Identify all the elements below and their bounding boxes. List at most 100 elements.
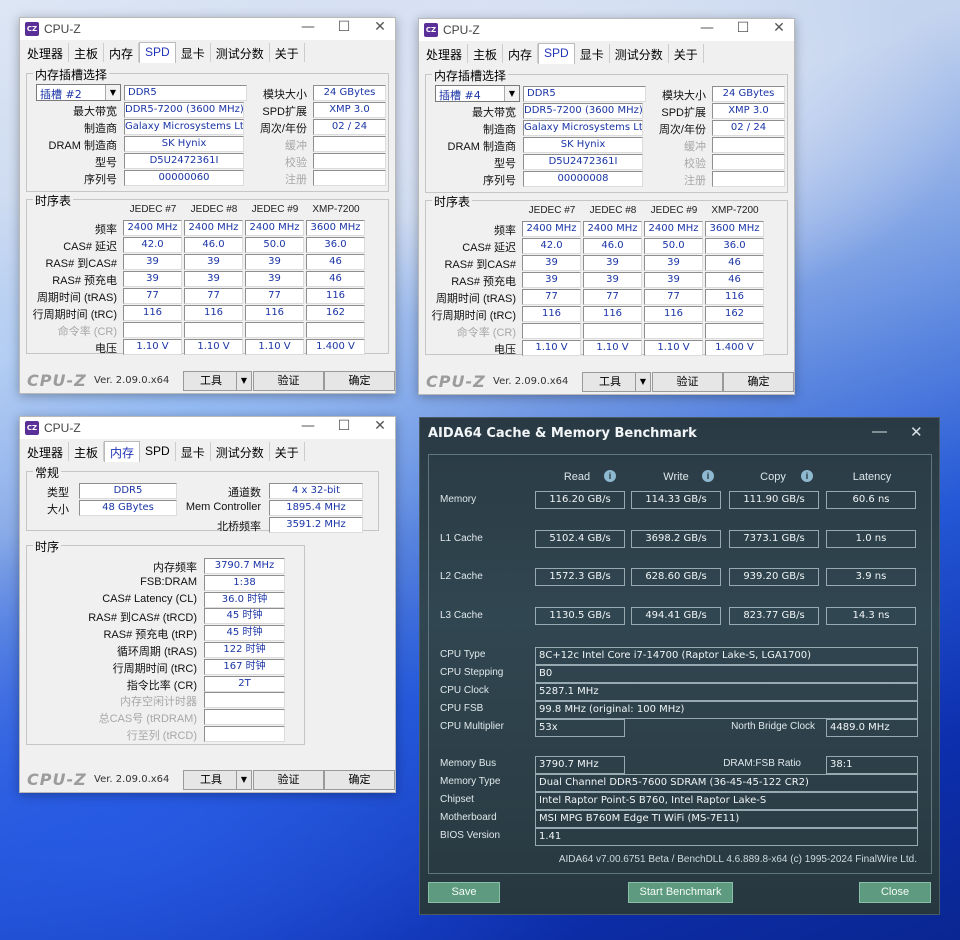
bench-result-box: 1130.5 GB/s — [535, 607, 625, 626]
maximize-icon[interactable]: ☐ — [333, 19, 355, 35]
timing-row-label: 命令率 (CR) — [456, 327, 516, 339]
title-bar[interactable]: CZ CPU-Z — ☐ ✕ — [20, 18, 395, 40]
read-info-icon[interactable]: i — [604, 470, 616, 482]
timing-cell: 50.0 — [245, 237, 304, 253]
title-bar[interactable]: CZ CPU-Z — ☐ ✕ — [419, 19, 794, 41]
tab-spd[interactable]: SPD — [139, 42, 176, 63]
tools-button[interactable]: 工具 — [183, 371, 239, 391]
memory-timing-label: 循环周期 (tRAS) — [116, 646, 197, 658]
window-title: CPU-Z — [44, 421, 81, 435]
tab-cpu[interactable]: 处理器 — [22, 442, 70, 461]
write-header: Write — [663, 471, 689, 483]
window-title: AIDA64 Cache & Memory Benchmark — [428, 426, 697, 441]
correction-label: 校验 — [285, 157, 307, 169]
minimize-icon[interactable]: — — [297, 19, 319, 35]
tab-bench[interactable]: 测试分数 — [610, 44, 669, 63]
timing-cell — [522, 323, 581, 339]
cpu-type-value: 8C+12c Intel Core i7-14700 (Raptor Lake-… — [535, 647, 918, 665]
tab-graphics[interactable]: 显卡 — [176, 442, 211, 461]
ok-button[interactable]: 确定 — [723, 372, 794, 392]
timing-cell: 1.10 V — [644, 340, 703, 356]
bottom-bar: CPU-Z Ver. 2.09.0.x64 工具 ▼ 验证 确定 — [421, 372, 794, 392]
close-icon[interactable]: ✕ — [768, 20, 790, 36]
bench-result-box: 111.90 GB/s — [729, 491, 819, 509]
timing-cell — [123, 322, 182, 338]
title-bar[interactable]: CZ CPU-Z — ☐ ✕ — [20, 417, 395, 439]
timing-cell: 2400 MHz — [522, 221, 581, 237]
close-button[interactable]: Close — [859, 882, 931, 903]
write-info-icon[interactable]: i — [702, 470, 714, 482]
tab-memory[interactable]: 内存 — [104, 43, 140, 62]
tab-cpu[interactable]: 处理器 — [22, 43, 70, 62]
tab-graphics[interactable]: 显卡 — [575, 44, 610, 63]
tab-graphics[interactable]: 显卡 — [176, 43, 211, 62]
validate-button[interactable]: 验证 — [253, 770, 324, 790]
tools-dropdown-arrow[interactable]: ▼ — [236, 371, 252, 391]
tab-spd[interactable]: SPD — [140, 442, 176, 461]
cpu-clock-value: 5287.1 MHz — [535, 683, 918, 701]
tab-cpu[interactable]: 处理器 — [421, 44, 469, 63]
timing-row-label: 命令率 (CR) — [57, 326, 117, 338]
tab-mainboard[interactable]: 主板 — [69, 43, 105, 62]
minimize-icon[interactable]: — — [696, 20, 718, 36]
tab-about[interactable]: 关于 — [270, 442, 305, 461]
cpu-type-label: CPU Type — [440, 649, 486, 660]
chevron-down-icon[interactable]: ▼ — [105, 85, 120, 100]
maximize-icon[interactable]: ☐ — [732, 20, 754, 36]
chipset-label: Chipset — [440, 794, 474, 805]
bench-result-box: 116.20 GB/s — [535, 491, 625, 509]
cpuz-window-memory: CZ CPU-Z — ☐ ✕ 处理器 主板 内存 SPD 显卡 测试分数 关于 常规… — [19, 416, 396, 793]
tab-memory[interactable]: 内存 — [104, 441, 141, 462]
minimize-icon[interactable]: — — [872, 423, 887, 440]
tools-dropdown-arrow[interactable]: ▼ — [635, 372, 651, 392]
timing-cell: 1.400 V — [705, 340, 764, 356]
timing-row-label: 电压 — [95, 343, 117, 355]
timing-cell: 50.0 — [644, 238, 703, 254]
serial-value: 00000008 — [523, 171, 643, 187]
motherboard-label: Motherboard — [440, 812, 497, 823]
validate-button[interactable]: 验证 — [652, 372, 723, 392]
validate-button[interactable]: 验证 — [253, 371, 324, 391]
dram-mfr-value: SK Hynix — [523, 137, 643, 153]
tab-bar: 处理器 主板 内存 SPD 显卡 测试分数 关于 — [421, 43, 792, 64]
week-year-label: 周次/年份 — [658, 124, 706, 136]
memory-timing-value: 122 时钟 — [204, 642, 285, 658]
close-icon[interactable]: ✕ — [369, 418, 391, 434]
slot-select[interactable]: 插槽 #4 ▼ — [435, 85, 520, 102]
manufacturer-value: Galaxy Microsystems Ltd. — [124, 119, 244, 135]
tab-bench[interactable]: 测试分数 — [211, 43, 270, 62]
ok-button[interactable]: 确定 — [324, 371, 395, 391]
maximize-icon[interactable]: ☐ — [333, 418, 355, 434]
tab-about[interactable]: 关于 — [270, 43, 305, 62]
tab-about[interactable]: 关于 — [669, 44, 704, 63]
cpuz-app-icon: CZ — [424, 23, 438, 37]
timing-row-label: 频率 — [494, 225, 516, 237]
tools-dropdown-arrow[interactable]: ▼ — [236, 770, 252, 790]
week-year-value: 02 / 24 — [712, 120, 785, 136]
copy-info-icon[interactable]: i — [801, 470, 813, 482]
version-text: Ver. 2.09.0.x64 — [94, 774, 170, 785]
tab-spd[interactable]: SPD — [538, 43, 575, 64]
size-value: 48 GBytes — [79, 500, 177, 516]
save-button[interactable]: Save — [428, 882, 500, 903]
chevron-down-icon[interactable]: ▼ — [504, 86, 519, 101]
version-text: Ver. 2.09.0.x64 — [493, 376, 569, 387]
close-icon[interactable]: ✕ — [369, 19, 391, 35]
tab-mainboard[interactable]: 主板 — [69, 442, 105, 461]
tab-mainboard[interactable]: 主板 — [468, 44, 504, 63]
ok-button[interactable]: 确定 — [324, 770, 395, 790]
start-benchmark-button[interactable]: Start Benchmark — [628, 882, 733, 903]
slot-select[interactable]: 插槽 #2 ▼ — [36, 84, 121, 101]
spd-ext-value: XMP 3.0 — [712, 103, 785, 119]
tab-bench[interactable]: 测试分数 — [211, 442, 270, 461]
minimize-icon[interactable]: — — [297, 418, 319, 434]
tools-button[interactable]: 工具 — [183, 770, 239, 790]
timing-cell — [306, 322, 365, 338]
timing-cell: 1.10 V — [583, 340, 642, 356]
timing-cell: 46.0 — [583, 238, 642, 254]
col-header-jedec8: JEDEC #8 — [190, 204, 238, 215]
tab-memory[interactable]: 内存 — [503, 44, 539, 63]
timing-cell: 42.0 — [123, 237, 182, 253]
tools-button[interactable]: 工具 — [582, 372, 638, 392]
close-icon[interactable]: ✕ — [910, 423, 923, 441]
